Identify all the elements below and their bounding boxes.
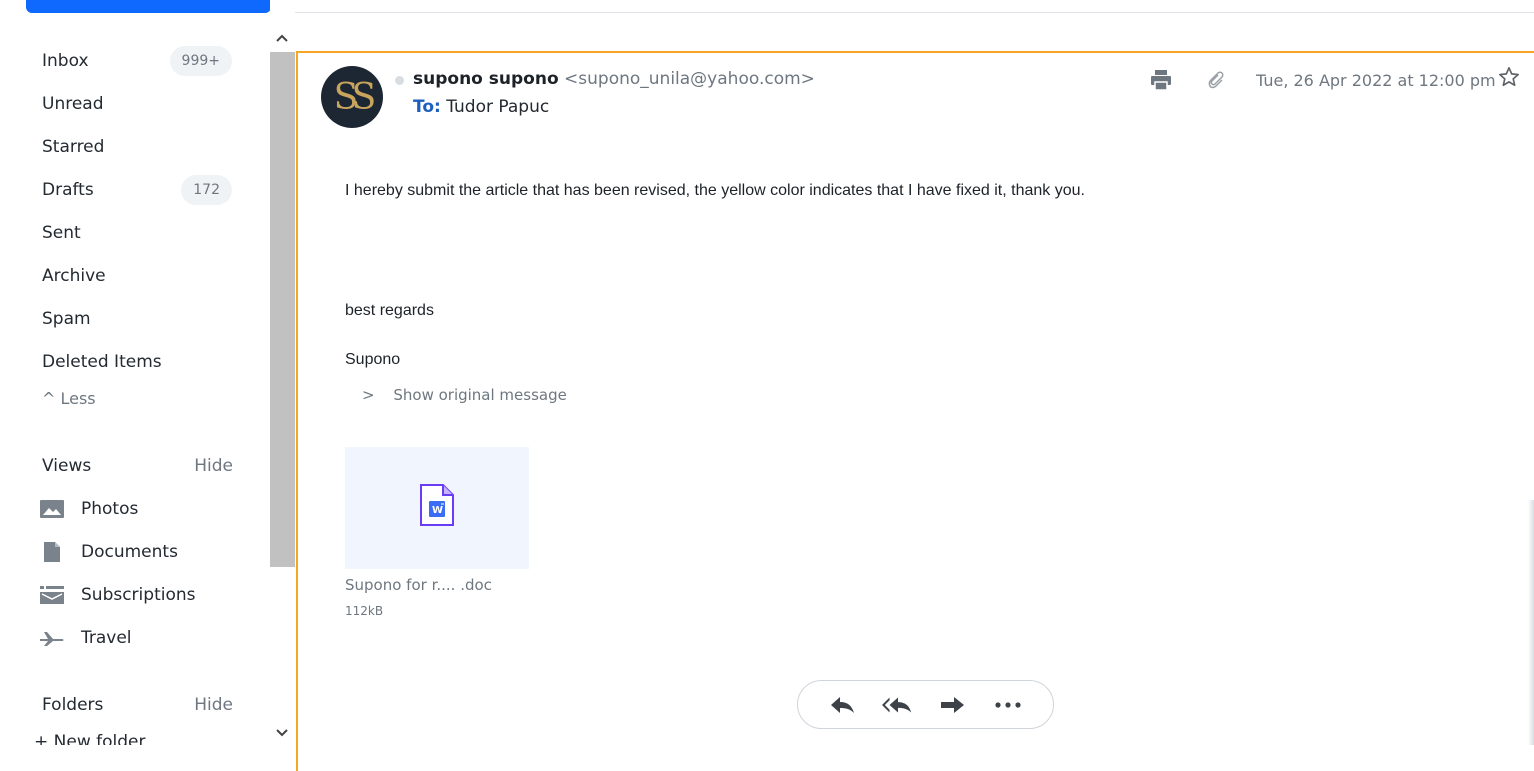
travel-icon [40,628,64,648]
folder-drafts[interactable]: Drafts 172 [42,170,242,210]
folder-label: Deleted Items [42,352,162,372]
drafts-count-badge: 172 [181,175,232,205]
folder-label: Spam [42,309,91,329]
avatar-initials: SS [333,76,377,118]
show-original-label: Show original message [393,386,567,404]
side-panel-edge [1528,500,1534,745]
scroll-down-arrow-icon[interactable] [276,725,288,741]
svg-text:W: W [432,505,443,516]
show-original-message-toggle[interactable]: > Show original message [362,386,567,404]
view-subscriptions[interactable]: Subscriptions [40,577,195,613]
folder-label: Sent [42,223,81,243]
folder-spam[interactable]: Spam [42,299,242,339]
recipient-line: To: Tudor Papuc [413,97,549,117]
views-hide-button[interactable]: Hide [194,456,233,476]
compose-button[interactable] [26,0,270,13]
view-label: Subscriptions [81,585,196,605]
folder-label: Drafts [42,180,94,200]
message-actions-bar [797,680,1054,729]
star-icon[interactable] [1498,66,1520,92]
message-panel [296,51,1534,771]
message-body-line: best regards [345,302,434,319]
sender-avatar[interactable]: SS [321,66,383,128]
to-label: To: [413,97,441,117]
recipient-name[interactable]: Tudor Papuc [446,97,549,117]
folder-label: Unread [42,94,104,114]
word-doc-icon: W [419,484,455,530]
reply-all-icon[interactable] [882,689,914,721]
reply-icon[interactable] [827,689,859,721]
attachment-name[interactable]: Supono for r.... .doc [345,576,492,594]
view-label: Documents [81,542,178,562]
view-label: Photos [81,499,139,519]
forward-icon[interactable] [937,689,969,721]
photos-icon [40,499,64,519]
less-toggle[interactable]: ^ Less [42,389,96,408]
message-body-line: I hereby submit the article that has bee… [345,182,1085,199]
attachment-clip-icon [1208,71,1226,95]
new-folder-button[interactable]: + New folder [34,732,145,745]
folder-label: Starred [42,137,105,157]
read-status-dot[interactable] [395,76,404,85]
folder-deleted-items[interactable]: Deleted Items [42,342,242,382]
folders-header: Folders Hide [42,695,233,715]
view-documents[interactable]: Documents [40,534,178,570]
folder-label: Archive [42,266,106,286]
views-header: Views Hide [42,456,233,476]
sidebar: Inbox 999+ Unread Starred Drafts 172 Sen… [0,0,270,745]
sender-name[interactable]: supono supono [413,69,559,89]
sidebar-scroll-thumb[interactable] [270,52,295,567]
documents-icon [40,542,64,562]
folders-hide-button[interactable]: Hide [194,695,233,715]
folder-unread[interactable]: Unread [42,84,242,124]
subscriptions-icon [40,585,64,605]
sender-email: <supono_unila@yahoo.com> [564,69,815,89]
view-travel[interactable]: Travel [40,620,132,656]
message-date: Tue, 26 Apr 2022 at 12:00 pm [1256,71,1496,90]
print-icon[interactable] [1150,69,1172,95]
folder-inbox[interactable]: Inbox 999+ [42,41,242,81]
views-title: Views [42,456,92,476]
chevron-right-icon: > [362,386,375,404]
folders-title: Folders [42,695,104,715]
sender-line: supono supono <supono_unila@yahoo.com> [413,69,815,89]
unread-count-badge: 999+ [169,46,232,76]
view-photos[interactable]: Photos [40,491,138,527]
top-divider [295,12,1534,13]
folder-label: Inbox [42,51,89,71]
message-signature: Supono [345,351,401,368]
folder-sent[interactable]: Sent [42,213,242,253]
attachment-size: 112kB [345,604,384,618]
more-options-icon[interactable] [992,689,1024,721]
folder-archive[interactable]: Archive [42,256,242,296]
scroll-up-arrow-icon[interactable] [276,30,288,46]
folder-starred[interactable]: Starred [42,127,242,167]
view-label: Travel [81,628,132,648]
